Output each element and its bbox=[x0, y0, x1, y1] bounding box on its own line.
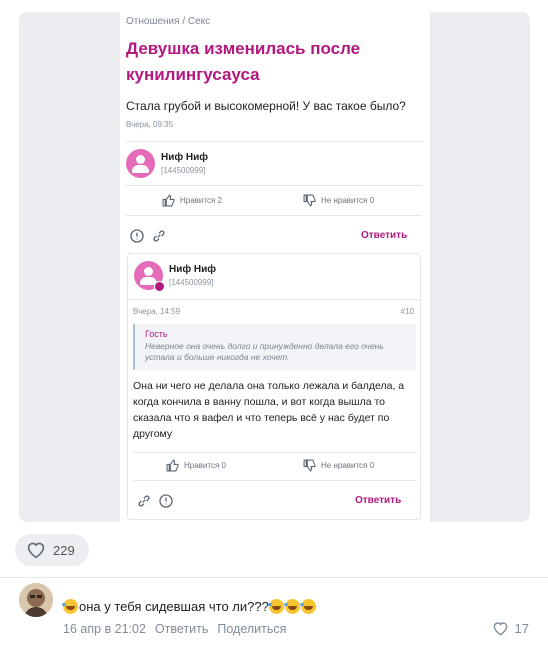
laughing-emoji-icon bbox=[283, 599, 300, 614]
comment-text: Она ни чего не делала она только лежала … bbox=[133, 380, 405, 440]
reply-link[interactable]: Ответить bbox=[155, 622, 208, 636]
dislike-button[interactable]: Не нравится 0 bbox=[303, 194, 374, 207]
author-id: [144500999] bbox=[169, 278, 214, 287]
comment-like-button[interactable]: 17 bbox=[492, 621, 529, 636]
comment-meta: 16 апр в 21:02 Ответить Поделиться bbox=[63, 622, 295, 636]
heart-icon bbox=[27, 542, 45, 559]
comment-number[interactable]: #10 bbox=[401, 307, 414, 316]
user-avatar-icon bbox=[134, 261, 165, 292]
forum-screenshot: Отношения / Секс Девушка изменилась посл… bbox=[120, 12, 430, 522]
reply-button[interactable]: Ответить bbox=[355, 495, 401, 506]
divider bbox=[126, 141, 422, 142]
dislike-label: Не нравится 0 bbox=[321, 196, 375, 205]
thumb-down-icon bbox=[303, 194, 316, 207]
comment-author: Ниф Ниф [144500999] bbox=[134, 261, 217, 292]
post-like-count: 229 bbox=[53, 542, 75, 558]
divider bbox=[126, 215, 422, 216]
divider bbox=[128, 299, 420, 300]
comment-time: Вчера, 14:59 bbox=[133, 307, 181, 316]
divider bbox=[0, 577, 548, 578]
topic-text: Стала грубой и высокомерной! У вас такое… bbox=[126, 99, 406, 113]
like-button[interactable]: Нравится 0 bbox=[166, 459, 226, 472]
like-label: Нравится 0 bbox=[184, 461, 226, 470]
like-label: Нравится 2 bbox=[180, 196, 222, 205]
avatar[interactable] bbox=[19, 583, 53, 617]
heart-icon bbox=[493, 622, 507, 636]
divider bbox=[133, 452, 417, 453]
laughing-emoji-icon bbox=[62, 599, 78, 614]
like-button[interactable]: Нравится 2 bbox=[162, 194, 222, 207]
report-icon[interactable] bbox=[158, 493, 174, 509]
quote-author: Гость bbox=[145, 329, 168, 339]
laughing-emoji-icon bbox=[299, 599, 316, 614]
divider bbox=[126, 185, 422, 186]
dislike-button[interactable]: Не нравится 0 bbox=[303, 459, 374, 472]
thumb-up-icon bbox=[162, 194, 175, 207]
post-like-button[interactable]: 229 bbox=[15, 534, 89, 566]
reply-button[interactable]: Ответить bbox=[361, 230, 407, 241]
laughing-emoji-icon bbox=[267, 599, 284, 614]
quote-block: Гость Неверное она очень долго и принужд… bbox=[133, 324, 416, 370]
post-attachment-image[interactable]: Отношения / Секс Девушка изменилась посл… bbox=[19, 12, 530, 522]
thumb-down-icon bbox=[303, 459, 316, 472]
comment-date[interactable]: 16 апр в 21:02 bbox=[63, 622, 146, 636]
user-comment: она у тебя сидевшая что ли??? bbox=[62, 599, 317, 614]
author-name: Ниф Ниф bbox=[161, 152, 209, 163]
report-icon[interactable] bbox=[129, 228, 145, 244]
dislike-label: Не нравится 0 bbox=[321, 461, 375, 470]
breadcrumb: Отношения / Секс bbox=[126, 16, 211, 27]
topic-time: Вчера, 09:35 bbox=[126, 120, 174, 129]
comment-like-count: 17 bbox=[514, 621, 529, 636]
author-id: [144500999] bbox=[161, 166, 206, 175]
link-icon[interactable] bbox=[136, 493, 152, 509]
link-icon[interactable] bbox=[151, 228, 167, 244]
user-avatar-icon bbox=[126, 149, 155, 178]
topic-title: Девушка изменилась после кунилингусауса bbox=[126, 39, 361, 84]
thumb-up-icon bbox=[166, 459, 179, 472]
quote-text: Неверное она очень долго и принужденно д… bbox=[145, 341, 384, 362]
comment-card: Ниф Ниф [144500999] Вчера, 14:59 #10 Гос… bbox=[127, 253, 421, 520]
author-name: Ниф Ниф bbox=[169, 264, 217, 275]
user-comment-text: она у тебя сидевшая что ли??? bbox=[79, 599, 269, 614]
topic-author: Ниф Ниф [144500999] bbox=[126, 149, 208, 178]
divider bbox=[133, 480, 417, 481]
share-link[interactable]: Поделиться bbox=[217, 622, 286, 636]
